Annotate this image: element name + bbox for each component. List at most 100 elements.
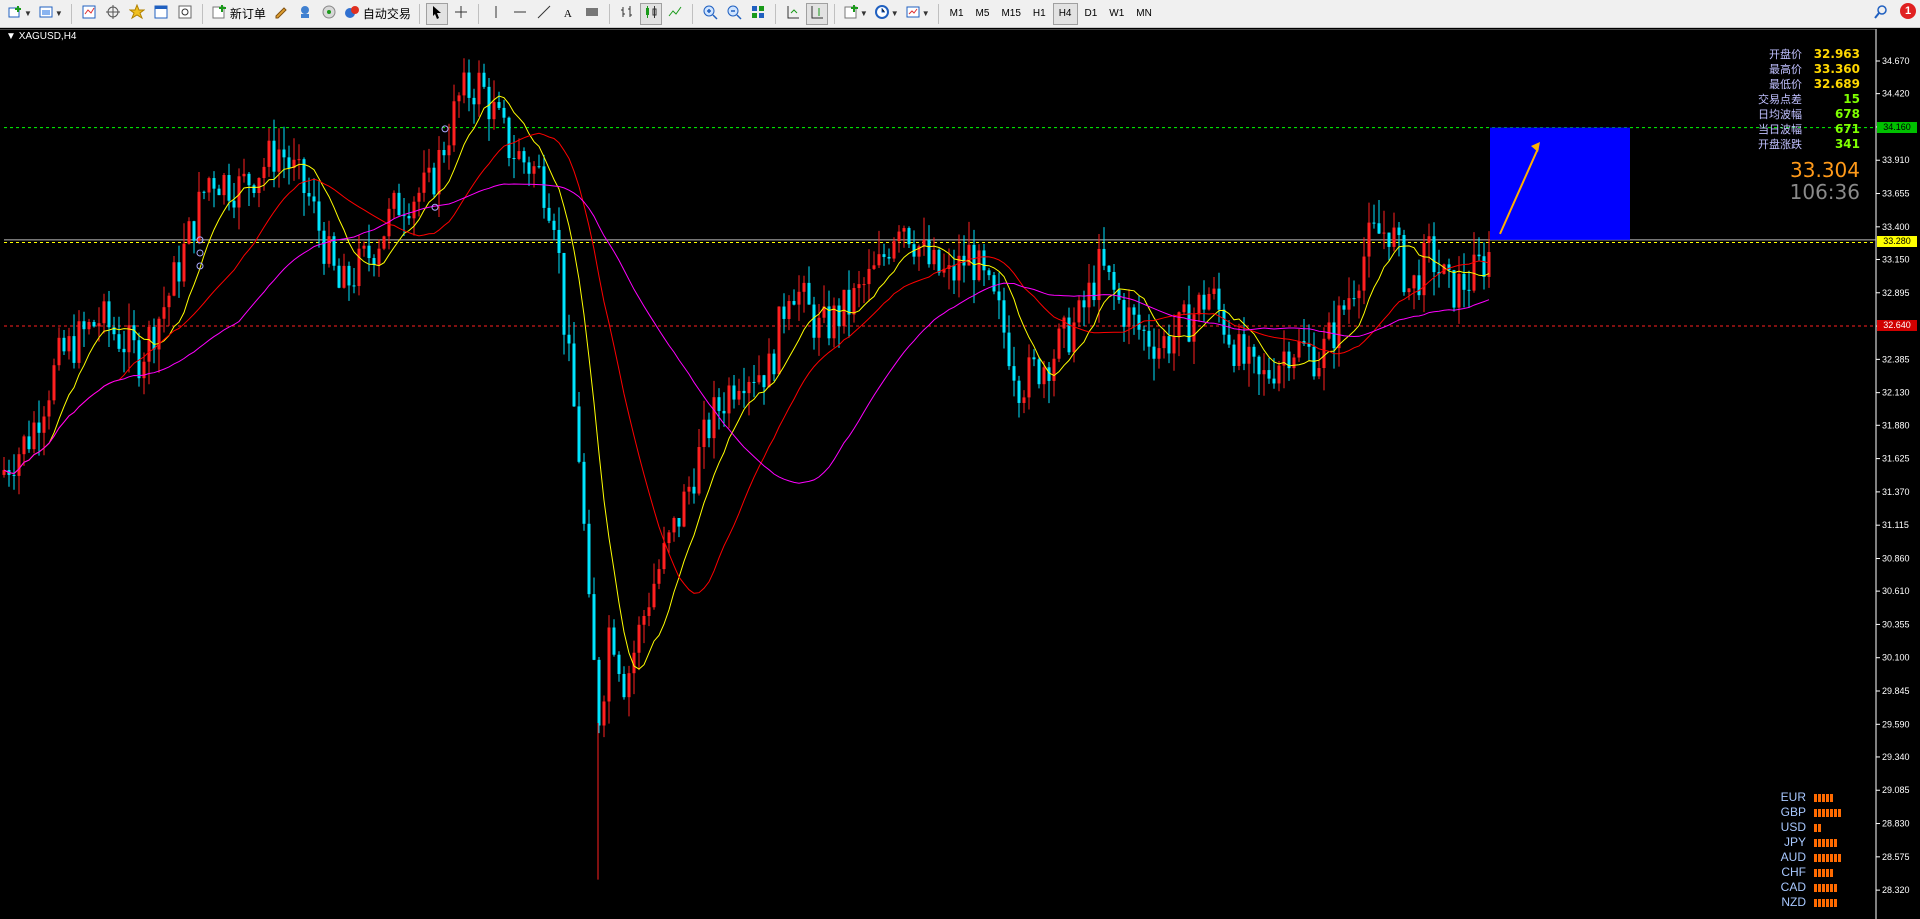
bar-chart-button[interactable] — [616, 3, 638, 25]
candle-body — [1112, 271, 1116, 290]
timeframe-m1-button[interactable]: M1 — [945, 3, 969, 25]
strength-bar — [1818, 808, 1821, 817]
candle-body — [1077, 300, 1081, 323]
candle-body — [1037, 359, 1041, 385]
timeframe-mn-button[interactable]: MN — [1131, 3, 1157, 25]
candle-body — [502, 107, 506, 118]
timeframe-d1-button[interactable]: D1 — [1080, 3, 1103, 25]
info-value: 341 — [1834, 137, 1860, 151]
info-label: 当日波幅 — [1758, 123, 1802, 136]
candle-body — [252, 185, 256, 194]
strategy-tester-button[interactable] — [174, 3, 196, 25]
candle-body — [67, 336, 71, 352]
favorites-button[interactable] — [126, 3, 148, 25]
candle-body — [647, 607, 651, 616]
candle-body — [752, 381, 756, 383]
candle-chart-button[interactable] — [639, 2, 662, 25]
text-tool[interactable]: A — [557, 3, 579, 25]
indicators-icon — [843, 4, 859, 23]
toolbar-separator — [691, 3, 693, 24]
strength-bar — [1814, 838, 1817, 847]
periods-icon — [874, 4, 890, 23]
candle-body — [1297, 341, 1301, 358]
info-row: 最高价 33.360 — [1732, 62, 1860, 77]
info-row: 开盘涨跌 341 — [1732, 137, 1860, 152]
cursor-tool[interactable] — [425, 2, 448, 25]
strength-bar — [1826, 853, 1829, 862]
market-watch-button[interactable] — [78, 3, 100, 25]
candle-body — [217, 188, 221, 196]
strength-bar — [1818, 838, 1821, 847]
strength-bar — [1814, 853, 1817, 862]
line-chart-button[interactable] — [664, 3, 686, 25]
candle-body — [1247, 346, 1251, 364]
candle-body — [1392, 227, 1396, 247]
signals-button[interactable] — [318, 3, 340, 25]
candle-body — [187, 221, 191, 244]
terminal-window: ▼ ▼ 新订单 自动交易 A ▼ ▼ ▼ M1 M5 M15 H1 H4 D1 … — [0, 0, 1920, 919]
auto-trade-button[interactable]: 自动交易 — [342, 3, 413, 25]
indicators-button[interactable]: ▼ — [841, 3, 870, 25]
vline-tool[interactable] — [485, 3, 507, 25]
currency-name: JPY — [1783, 835, 1806, 849]
chart-shift-button[interactable] — [805, 2, 828, 25]
new-chart-button[interactable]: ▼ — [5, 3, 34, 25]
timeframe-h1-button[interactable]: H1 — [1028, 3, 1051, 25]
info-row: 最低价 32.689 — [1732, 77, 1860, 92]
info-value: 33.360 — [1813, 62, 1860, 76]
label-tool[interactable] — [581, 3, 603, 25]
templates-button[interactable]: ▼ — [903, 3, 932, 25]
history-button[interactable] — [294, 3, 316, 25]
candle-body — [817, 317, 821, 338]
candle-body — [1402, 235, 1406, 293]
navigator-button[interactable] — [102, 3, 124, 25]
candle-body — [1157, 348, 1161, 359]
candle-body — [652, 583, 656, 608]
candle-body — [102, 301, 106, 324]
candle-body — [1022, 397, 1026, 403]
zoom-out-button[interactable] — [723, 3, 745, 25]
candle-body — [1152, 346, 1156, 359]
search-button[interactable] — [1870, 3, 1892, 25]
candle-body — [57, 337, 61, 366]
candle-body — [277, 149, 281, 172]
candle-body — [42, 416, 46, 433]
candle-body — [512, 158, 516, 160]
candle-body — [987, 270, 991, 276]
periods-button[interactable]: ▼ — [872, 3, 901, 25]
timeframe-m15-button[interactable]: M15 — [996, 3, 1025, 25]
candle-body — [32, 422, 36, 450]
price-chart[interactable]: 34.67034.42034.16533.91033.65533.40033.1… — [0, 29, 1920, 919]
profiles-button[interactable]: ▼ — [36, 3, 65, 25]
trendline-icon — [536, 4, 552, 23]
candle-body — [1387, 232, 1391, 247]
timeframe-w1-button[interactable]: W1 — [1104, 3, 1129, 25]
candle-body — [497, 102, 501, 108]
toolbar-separator — [70, 3, 72, 24]
timeframe-h4-button[interactable]: H4 — [1052, 2, 1078, 25]
currency-name: GBP — [1780, 805, 1806, 819]
currency-name: AUD — [1780, 850, 1806, 864]
autoscroll-button[interactable] — [782, 3, 804, 25]
new-order-button[interactable]: 新订单 — [209, 3, 268, 25]
alert-badge[interactable]: 1 — [1900, 3, 1916, 19]
metaeditor-button[interactable] — [270, 3, 292, 25]
terminal-button[interactable] — [150, 3, 172, 25]
bar-chart-icon — [619, 4, 635, 23]
strength-bar — [1818, 868, 1821, 877]
candle-body — [577, 406, 581, 462]
trendline-tool[interactable] — [533, 3, 555, 25]
candle-body — [522, 151, 526, 163]
timeframe-m5-button[interactable]: M5 — [971, 3, 995, 25]
candle-body — [242, 173, 246, 177]
candle-body — [1102, 248, 1106, 266]
tile-windows-button[interactable] — [747, 3, 769, 25]
zoom-in-button[interactable] — [699, 3, 721, 25]
market-watch-icon — [81, 4, 97, 23]
candle-body — [1482, 256, 1486, 277]
hline-tool[interactable] — [509, 3, 531, 25]
candle-body — [627, 673, 631, 698]
price-info-panel: 开盘价 32.963 最高价 33.360 最低价 32.689 交易点差 15 日均波幅 678… — [1732, 47, 1860, 152]
candle-body — [707, 419, 711, 439]
crosshair-tool[interactable] — [450, 3, 472, 25]
